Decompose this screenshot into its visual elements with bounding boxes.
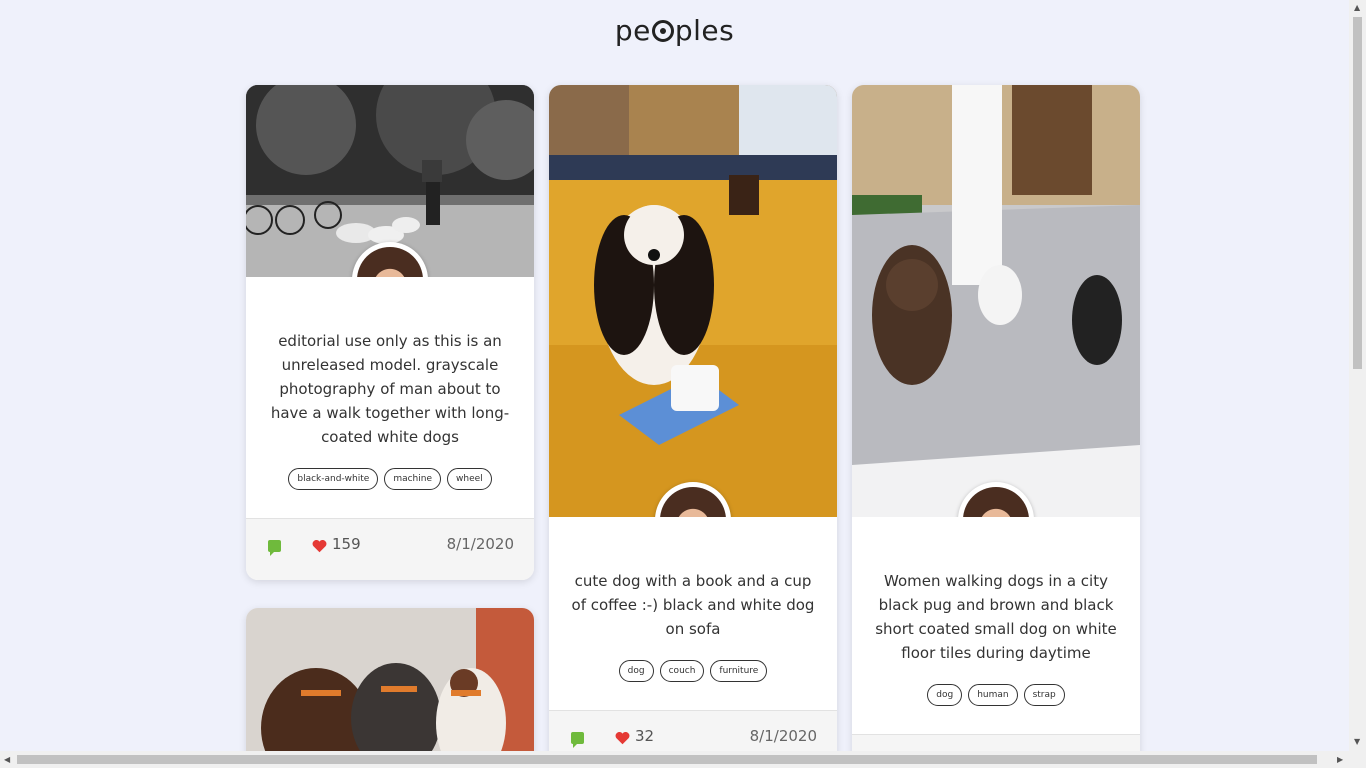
scroll-left-icon[interactable]: ◀ <box>4 755 10 764</box>
tag[interactable]: furniture <box>710 660 768 682</box>
tag[interactable]: black-and-white <box>288 468 379 490</box>
post-description: Women walking dogs in a city black pug a… <box>875 572 1117 662</box>
scroll-up-icon[interactable]: ▲ <box>1354 3 1360 12</box>
photo-illustration <box>852 85 1140 517</box>
post-card[interactable]: Women walking dogs in a city black pug a… <box>852 85 1140 768</box>
scroll-right-icon[interactable]: ▶ <box>1337 755 1343 764</box>
photo-illustration <box>246 608 534 768</box>
tag[interactable]: couch <box>659 660 705 682</box>
like-count: 159 <box>332 535 361 553</box>
heart-icon[interactable] <box>312 539 327 553</box>
heart-icon[interactable] <box>615 731 630 745</box>
logo-suffix: ples <box>674 14 735 47</box>
post-date: 8/1/2020 <box>749 727 817 745</box>
post-footer: 159 8/1/2020 <box>246 518 534 580</box>
post-photo[interactable] <box>246 85 534 277</box>
vertical-scroll-thumb[interactable] <box>1353 17 1362 369</box>
tag[interactable]: machine <box>384 468 441 490</box>
tag-list: dog human strap <box>852 684 1140 706</box>
post-date: 8/1/2020 <box>446 535 514 553</box>
horizontal-scrollbar[interactable]: ◀ ▶ <box>0 751 1366 768</box>
tag-list: black-and-white machine wheel <box>246 468 534 490</box>
tag[interactable]: wheel <box>447 468 492 490</box>
app-logo[interactable]: pe ples <box>0 14 1349 47</box>
vertical-scrollbar[interactable]: ▲ ▼ <box>1349 0 1366 751</box>
post-photo[interactable] <box>246 608 534 768</box>
tag[interactable]: strap <box>1023 684 1065 706</box>
tag-list: dog couch furniture <box>549 660 837 682</box>
photo-illustration <box>549 85 837 517</box>
comment-icon[interactable] <box>268 540 281 556</box>
comment-icon[interactable] <box>571 732 584 748</box>
scroll-down-icon[interactable]: ▼ <box>1354 737 1360 746</box>
post-description: editorial use only as this is an unrelea… <box>270 332 510 446</box>
post-card[interactable]: editorial use only as this is an unrelea… <box>246 85 534 580</box>
search-face-icon <box>651 20 674 42</box>
logo-prefix: pe <box>614 14 651 47</box>
post-card[interactable] <box>246 608 534 768</box>
horizontal-scroll-thumb[interactable] <box>17 755 1317 764</box>
post-photo[interactable] <box>852 85 1140 517</box>
post-description: cute dog with a book and a cup of coffee… <box>571 572 815 638</box>
tag[interactable]: dog <box>927 684 963 706</box>
like-count: 32 <box>635 727 655 745</box>
post-card[interactable]: cute dog with a book and a cup of coffee… <box>549 85 837 768</box>
tag[interactable]: human <box>968 684 1018 706</box>
post-photo[interactable] <box>549 85 837 517</box>
tag[interactable]: dog <box>618 660 654 682</box>
